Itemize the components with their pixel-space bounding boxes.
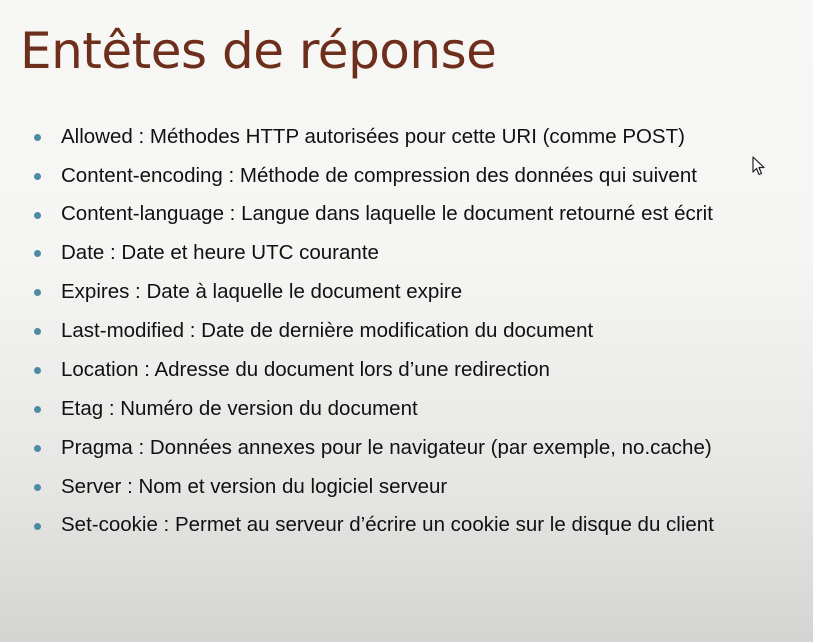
- list-item: Etag : Numéro de version du document: [34, 392, 799, 425]
- list-item-text: Pragma : Données annexes pour le navigat…: [61, 436, 712, 459]
- list-item-text: Location : Adresse du document lors d’un…: [61, 358, 550, 381]
- list-item: Last-modified : Date de dernière modific…: [34, 314, 799, 347]
- list-item: Expires : Date à laquelle le document ex…: [34, 275, 799, 308]
- list-item: Allowed : Méthodes HTTP autorisées pour …: [34, 120, 799, 153]
- bullet-icon: [34, 173, 41, 180]
- list-item: Set-cookie : Permet au serveur d’écrire …: [34, 509, 799, 541]
- list-item-text: Set-cookie : Permet au serveur d’écrire …: [61, 513, 714, 536]
- list-item: Location : Adresse du document lors d’un…: [34, 353, 799, 386]
- bullet-list: Allowed : Méthodes HTTP autorisées pour …: [34, 120, 799, 547]
- list-item-text: Etag : Numéro de version du document: [61, 397, 418, 420]
- slide: { "title": "Entêtes de réponse", "colors…: [0, 0, 813, 642]
- list-item-text: Date : Date et heure UTC courante: [61, 241, 379, 264]
- bullet-icon: [34, 250, 41, 257]
- bullet-icon: [34, 367, 41, 374]
- list-item: Server : Nom et version du logiciel serv…: [34, 470, 799, 503]
- bullet-icon: [34, 289, 41, 296]
- bullet-icon: [34, 445, 41, 452]
- list-item-text: Last-modified : Date de dernière modific…: [61, 319, 594, 342]
- list-item: Pragma : Données annexes pour le navigat…: [34, 431, 799, 464]
- list-item-text: Allowed : Méthodes HTTP autorisées pour …: [61, 125, 685, 148]
- mouse-pointer-icon: [752, 156, 765, 176]
- bullet-icon: [34, 328, 41, 335]
- bullet-icon: [34, 212, 41, 219]
- bullet-icon: [34, 134, 41, 141]
- list-item: Content-encoding : Méthode de compressio…: [34, 159, 799, 192]
- slide-title: Entêtes de réponse: [20, 22, 497, 80]
- list-item-text: Content-language : Langue dans laquelle …: [61, 202, 713, 225]
- list-item-text: Content-encoding : Méthode de compressio…: [61, 164, 697, 187]
- list-item-text: Expires : Date à laquelle le document ex…: [61, 280, 463, 303]
- bullet-icon: [34, 484, 41, 491]
- list-item-text: Server : Nom et version du logiciel serv…: [61, 475, 448, 498]
- bullet-icon: [34, 523, 41, 530]
- list-item: Date : Date et heure UTC courante: [34, 236, 799, 269]
- bullet-icon: [34, 406, 41, 413]
- list-item: Content-language : Langue dans laquelle …: [34, 198, 799, 230]
